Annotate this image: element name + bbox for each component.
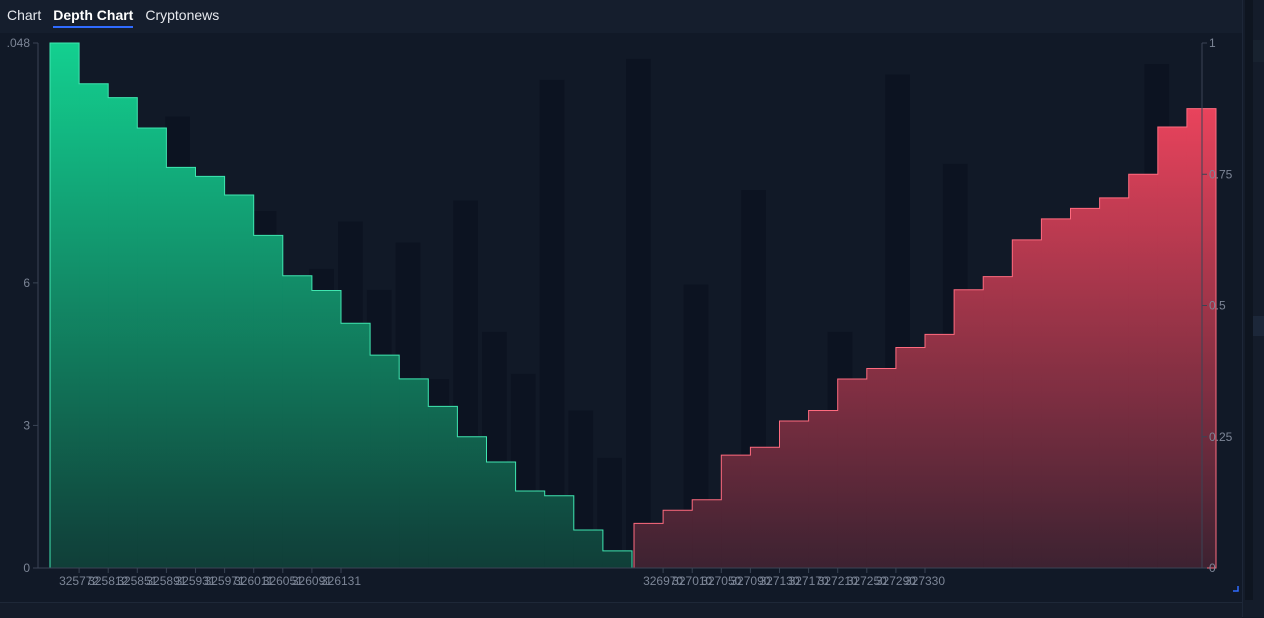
left-tick-label: .048 xyxy=(7,36,31,50)
bid-step xyxy=(487,462,516,568)
left-tick-label: 6 xyxy=(23,276,30,290)
bid-step xyxy=(574,530,603,568)
ask-step xyxy=(1071,208,1100,568)
tab-cryptonews[interactable]: Cryptonews xyxy=(145,6,219,26)
ask-step xyxy=(1100,198,1129,568)
ask-step xyxy=(663,510,692,568)
bid-step xyxy=(603,551,632,568)
ask-step xyxy=(721,455,750,568)
bid-step xyxy=(370,355,399,568)
x-tick-label: 327330 xyxy=(905,574,945,588)
bid-step xyxy=(399,379,428,568)
bid-step xyxy=(166,167,195,568)
bid-step xyxy=(516,491,545,568)
ask-step xyxy=(1158,127,1187,568)
bid-step xyxy=(312,291,341,569)
ask-step xyxy=(925,334,954,568)
ask-step xyxy=(954,290,983,568)
ask-step xyxy=(1012,240,1041,568)
ask-step xyxy=(780,421,809,568)
ask-step xyxy=(1129,174,1158,568)
bid-step xyxy=(254,235,283,568)
ask-step xyxy=(634,523,663,568)
bid-step xyxy=(79,84,108,568)
bid-step xyxy=(50,43,79,568)
tab-depth-chart[interactable]: Depth Chart xyxy=(53,6,134,28)
bid-step xyxy=(196,176,225,568)
right-tick-label: 0.25 xyxy=(1209,430,1233,444)
bid-step xyxy=(137,128,166,568)
bid-step xyxy=(283,276,312,568)
bid-step xyxy=(341,323,370,568)
bottom-bar xyxy=(0,602,1242,618)
ask-step xyxy=(1041,219,1070,568)
left-tick-label: 0 xyxy=(23,561,30,575)
right-tick-label: 0.5 xyxy=(1209,299,1226,313)
depth-chart: 036.04800.250.50.75132577232581232585132… xyxy=(7,36,1239,592)
ask-step xyxy=(809,411,838,569)
resize-handle-icon xyxy=(1233,586,1239,592)
tab-chart[interactable]: Chart xyxy=(7,6,41,26)
right-tick-label: 0.75 xyxy=(1209,167,1233,181)
scrollbar[interactable] xyxy=(1245,0,1253,600)
right-tick-label: 1 xyxy=(1209,36,1216,50)
panel-marker xyxy=(1253,316,1264,336)
ask-step xyxy=(867,369,896,569)
bid-step xyxy=(545,496,574,568)
bid-step xyxy=(428,406,457,568)
ask-step xyxy=(896,348,925,569)
bid-step xyxy=(457,437,486,568)
ask-step xyxy=(692,500,721,568)
right-tick-label: 0 xyxy=(1209,561,1216,575)
panel-marker xyxy=(1253,40,1264,62)
tab-bar: Chart Depth Chart Cryptonews xyxy=(0,0,1242,33)
x-tick-label: 326131 xyxy=(321,574,361,588)
left-tick-label: 3 xyxy=(23,418,30,432)
bid-step xyxy=(225,195,254,568)
ask-step xyxy=(750,447,779,568)
bid-step xyxy=(108,98,137,568)
ask-step xyxy=(838,379,867,568)
ask-step xyxy=(983,277,1012,568)
volume-bar xyxy=(626,58,651,569)
